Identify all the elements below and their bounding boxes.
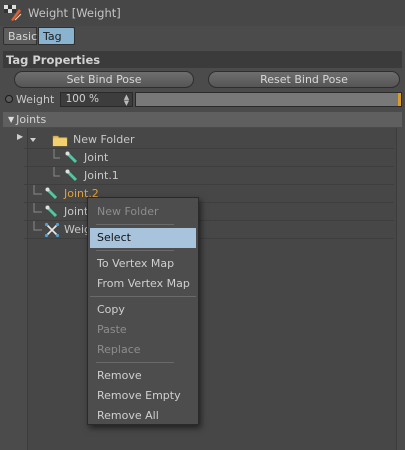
animation-dot-icon[interactable] (5, 95, 13, 103)
folder-icon (52, 135, 68, 146)
reset-bind-pose-button[interactable]: Reset Bind Pose (208, 71, 400, 88)
menu-separator (88, 222, 198, 228)
menu-item-paste: Paste (97, 323, 127, 336)
disclosure-down-icon[interactable]: ▼ (8, 115, 14, 124)
title-bar: Weight [Weight] (0, 0, 405, 26)
weight-row: Weight 100 % ▲ ▼ (3, 91, 402, 107)
weight-slider[interactable] (135, 91, 402, 107)
tree-branch-line (33, 220, 42, 230)
weight-input[interactable]: 100 % ▲ ▼ (59, 91, 134, 107)
menu-item-new-folder: New Folder (97, 205, 159, 218)
joint-icon (45, 187, 58, 199)
tab-tag[interactable]: Tag (38, 27, 75, 45)
menu-item-from-vertex-map[interactable]: From Vertex Map (88, 274, 198, 294)
joint-icon (45, 205, 58, 217)
menu-item-remove-all[interactable]: Remove All (88, 406, 198, 426)
folder-expand-icon[interactable] (24, 132, 52, 148)
tab-bar: Basic Tag (3, 27, 75, 45)
joint-icon (65, 151, 78, 163)
weight-tag-icon (44, 222, 60, 237)
joints-group-header[interactable]: ▼ Joints (3, 112, 402, 127)
menu-separator (88, 294, 198, 300)
window-title: Weight [Weight] (28, 6, 121, 20)
menu-item-remove[interactable]: Remove (88, 366, 198, 386)
weight-value: 100 % (65, 93, 99, 105)
menu-item-select[interactable]: Select (90, 228, 196, 248)
menu-item-remove-empty[interactable]: Remove Empty (88, 386, 198, 406)
tree-row-joint[interactable]: Joint (24, 148, 394, 167)
expand-right-icon[interactable]: ▶ (17, 132, 23, 141)
context-menu: New Folder Select To Vertex Map From Ver… (87, 197, 199, 425)
tree-row-label: Joint (64, 205, 89, 218)
tree-branch-line (33, 184, 42, 194)
weight-tag-icon (4, 5, 22, 21)
joint-icon (65, 169, 78, 181)
tree-row-label: Joint.1 (84, 169, 119, 182)
weight-label: Weight (15, 92, 55, 106)
menu-item-to-vertex-map[interactable]: To Vertex Map (88, 254, 198, 274)
set-bind-pose-button[interactable]: Set Bind Pose (14, 71, 194, 88)
menu-separator (88, 360, 198, 366)
tree-branch-line (53, 166, 60, 176)
spinner-arrows-icon[interactable]: ▲ ▼ (124, 93, 129, 106)
tree-row-joint-1[interactable]: Joint.1 (24, 166, 394, 185)
tree-row-joint-3[interactable]: Joint (24, 202, 394, 221)
tree-branch-line (33, 202, 42, 212)
menu-separator (88, 248, 198, 254)
joints-header-label: Joints (16, 113, 47, 126)
tree-row-label: New Folder (73, 133, 135, 146)
menu-item-copy[interactable]: Copy (88, 300, 198, 320)
tree-branch-line (53, 148, 60, 158)
section-title: Tag Properties (3, 51, 402, 68)
tree-row-folder[interactable]: New Folder (24, 131, 394, 149)
slider-marker (397, 92, 401, 106)
menu-item-replace: Replace (97, 343, 141, 356)
tree-row-joint-2[interactable]: Joint.2 (24, 184, 394, 203)
tree-row-label: Joint (84, 151, 109, 164)
tab-basic[interactable]: Basic (3, 27, 37, 45)
tree-row-weight[interactable]: Weight (24, 220, 394, 239)
